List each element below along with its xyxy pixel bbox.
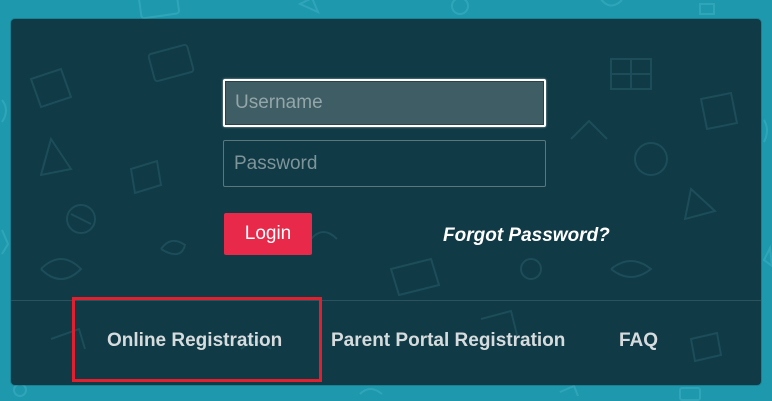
footer-divider [11,300,761,301]
login-button[interactable]: Login [224,213,312,255]
parent-portal-registration-link[interactable]: Parent Portal Registration [331,330,565,352]
username-input[interactable] [223,79,546,127]
forgot-password-link[interactable]: Forgot Password? [443,225,610,247]
login-panel: Login Forgot Password? Online Registrati… [11,19,761,385]
faq-link[interactable]: FAQ [619,330,658,352]
online-registration-link[interactable]: Online Registration [107,330,282,352]
password-input[interactable] [223,140,546,187]
